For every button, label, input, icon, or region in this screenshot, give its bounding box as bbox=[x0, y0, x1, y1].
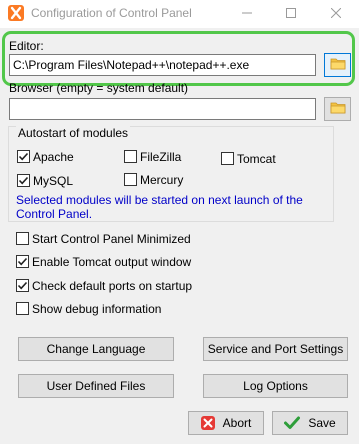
user-defined-files-button[interactable]: User Defined Files bbox=[18, 374, 174, 398]
save-label: Save bbox=[308, 416, 336, 430]
window-title: Configuration of Control Panel bbox=[31, 6, 192, 20]
apache-label: Apache bbox=[33, 150, 74, 164]
mercury-label: Mercury bbox=[140, 173, 184, 187]
service-port-settings-label: Service and Port Settings bbox=[207, 342, 344, 356]
minimize-button[interactable] bbox=[225, 1, 269, 27]
tomcat-checkbox[interactable] bbox=[221, 152, 234, 165]
filezilla-label: FileZilla bbox=[140, 150, 182, 164]
abort-button[interactable]: Abort bbox=[188, 411, 264, 435]
save-button[interactable]: Save bbox=[272, 411, 348, 435]
browser-path-input[interactable] bbox=[9, 98, 316, 120]
close-icon bbox=[330, 7, 342, 21]
browser-browse-button[interactable] bbox=[324, 97, 351, 121]
debug-info-checkbox[interactable] bbox=[16, 302, 29, 315]
browser-label: Browser (empty = system default) bbox=[9, 81, 189, 95]
tomcat-output-label: Enable Tomcat output window bbox=[32, 255, 192, 269]
log-options-button[interactable]: Log Options bbox=[203, 374, 348, 398]
service-port-settings-button[interactable]: Service and Port Settings bbox=[203, 337, 348, 361]
start-minimized-checkbox[interactable] bbox=[16, 232, 29, 245]
apache-checkbox[interactable] bbox=[17, 150, 30, 163]
debug-info-label: Show debug information bbox=[32, 302, 162, 316]
user-defined-files-label: User Defined Files bbox=[46, 379, 146, 393]
change-language-button[interactable]: Change Language bbox=[18, 337, 174, 361]
tomcat-output-checkbox[interactable] bbox=[16, 255, 29, 268]
mercury-checkbox[interactable] bbox=[124, 173, 137, 186]
title-bar: Configuration of Control Panel bbox=[0, 0, 359, 28]
close-button[interactable] bbox=[314, 1, 358, 27]
xampp-logo-icon bbox=[8, 5, 24, 21]
folder-icon bbox=[330, 101, 346, 117]
maximize-button[interactable] bbox=[269, 1, 313, 27]
start-minimized-label: Start Control Panel Minimized bbox=[32, 232, 191, 246]
log-options-label: Log Options bbox=[243, 379, 308, 393]
checkmark-icon bbox=[18, 152, 29, 161]
abort-label: Abort bbox=[222, 416, 252, 430]
checkmark-icon bbox=[18, 176, 29, 185]
tomcat-label: Tomcat bbox=[237, 152, 276, 166]
maximize-icon bbox=[286, 7, 296, 21]
minimize-icon bbox=[242, 7, 252, 21]
check-ports-label: Check default ports on startup bbox=[32, 279, 193, 293]
checkmark-save-icon bbox=[284, 416, 301, 430]
checkmark-icon bbox=[17, 257, 28, 266]
autostart-note: Selected modules will be started on next… bbox=[16, 193, 303, 221]
change-language-label: Change Language bbox=[46, 342, 146, 356]
checkmark-icon bbox=[17, 281, 28, 290]
mysql-checkbox[interactable] bbox=[17, 174, 30, 187]
autostart-group-title: Autostart of modules bbox=[16, 126, 131, 140]
mysql-label: MySQL bbox=[33, 174, 74, 188]
abort-icon bbox=[200, 416, 215, 430]
editor-highlight-frame bbox=[2, 31, 355, 86]
check-ports-checkbox[interactable] bbox=[16, 279, 29, 292]
filezilla-checkbox[interactable] bbox=[124, 150, 137, 163]
